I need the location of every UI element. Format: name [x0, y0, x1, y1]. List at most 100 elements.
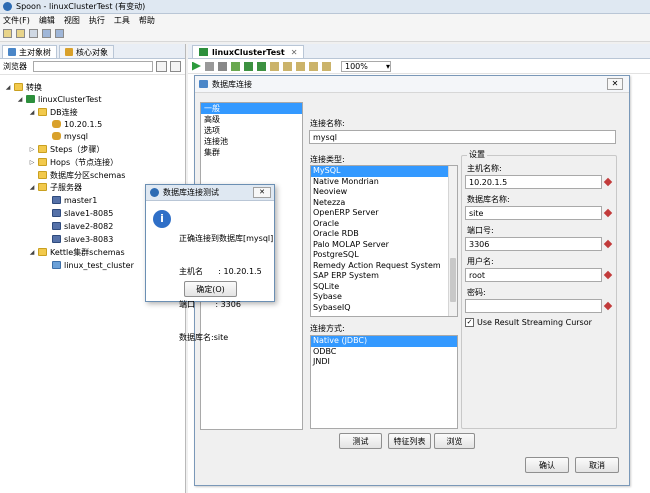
- tree-node-db-mysql[interactable]: mysql: [42, 130, 88, 142]
- conn-type-item[interactable]: SybaseIQ: [311, 303, 457, 314]
- conn-type-item[interactable]: Native Mondrian: [311, 177, 457, 188]
- conn-type-item[interactable]: OpenERP Server: [311, 208, 457, 219]
- tab-core-objects[interactable]: 核心对象: [59, 45, 114, 58]
- feature-list-button[interactable]: 特征列表: [388, 433, 431, 449]
- run-icon[interactable]: [192, 61, 201, 71]
- menu-file[interactable]: 文件(F): [3, 15, 30, 26]
- nav-pooling[interactable]: 连接池: [201, 136, 302, 147]
- checked-checkbox-icon[interactable]: ✓: [465, 318, 474, 327]
- open-folder-icon[interactable]: [16, 29, 25, 38]
- conn-type-item[interactable]: Sybase: [311, 292, 457, 303]
- folder-icon: [38, 171, 47, 179]
- expand-all-icon[interactable]: [156, 61, 167, 72]
- test-button[interactable]: 测试: [339, 433, 382, 449]
- collapse-all-icon[interactable]: [170, 61, 181, 72]
- nav-general[interactable]: 一般: [201, 103, 302, 114]
- tree-node-db-10-20-1-5[interactable]: 10.20.1.5: [42, 118, 102, 130]
- new-file-icon[interactable]: [3, 29, 12, 38]
- impact-icon[interactable]: [283, 61, 292, 71]
- tree-node-server-slave2[interactable]: slave2-8082: [42, 220, 113, 232]
- save-icon[interactable]: [42, 29, 51, 38]
- tab-linuxclustertest[interactable]: linuxClusterTest ✕: [192, 45, 305, 58]
- test-dialog-ok-button[interactable]: 确定(O): [184, 281, 237, 297]
- explore-db-icon[interactable]: [309, 61, 318, 71]
- access-list[interactable]: Native (JDBC) ODBC JNDI: [310, 335, 458, 429]
- tab-main-tree[interactable]: 主对象树: [2, 45, 57, 58]
- conn-type-item[interactable]: Remedy Action Request System: [311, 261, 457, 272]
- tree-node-transform[interactable]: ◢ linuxClusterTest: [16, 93, 102, 105]
- conn-type-item[interactable]: PostgreSQL: [311, 250, 457, 261]
- preview-icon[interactable]: [231, 61, 240, 71]
- database-connection-icon: [199, 80, 208, 88]
- conn-type-item[interactable]: SAP ERP System: [311, 271, 457, 282]
- tree-node-hops[interactable]: ▷ Hops（节点连接）: [28, 156, 118, 168]
- nav-cluster[interactable]: 集群: [201, 147, 302, 158]
- dialog-close-button[interactable]: ✕: [607, 78, 623, 90]
- access-item[interactable]: JNDI: [311, 357, 457, 368]
- conn-type-item[interactable]: Oracle: [311, 219, 457, 230]
- tree-node-server-master1[interactable]: master1: [42, 194, 97, 206]
- zoom-select[interactable]: 100% ▾: [341, 60, 391, 72]
- user-label: 用户名:: [467, 257, 494, 266]
- menu-help[interactable]: 帮助: [139, 15, 155, 26]
- ok-button[interactable]: 确认: [525, 457, 569, 473]
- menu-view[interactable]: 视图: [64, 15, 80, 26]
- sql-icon[interactable]: [296, 61, 305, 71]
- debug-icon[interactable]: [244, 61, 253, 71]
- folder-icon: [38, 248, 47, 256]
- conn-type-scrollbar[interactable]: [448, 166, 457, 316]
- collapsed-arrow-icon: ▷: [29, 158, 35, 166]
- access-item[interactable]: ODBC: [311, 347, 457, 358]
- browser-bar: 浏览器: [0, 59, 185, 75]
- tree-node-kettle-cluster-schemas[interactable]: ◢ Kettle集群schemas: [28, 246, 125, 258]
- replay-icon[interactable]: [257, 61, 266, 71]
- tree-label: slave2-8082: [64, 221, 114, 231]
- tree-node-cluster[interactable]: linux_test_cluster: [42, 259, 134, 271]
- close-tab-icon[interactable]: ✕: [291, 48, 298, 57]
- access-item[interactable]: Native (JDBC): [311, 336, 457, 347]
- conn-type-item[interactable]: Netezza: [311, 198, 457, 209]
- tree-node-slave-servers[interactable]: ◢ 子服务器: [28, 181, 82, 193]
- explore-repo-icon[interactable]: [29, 29, 38, 38]
- window-titlebar: Spoon - linuxClusterTest (有变动): [0, 0, 650, 14]
- host-input[interactable]: 10.20.1.5: [465, 175, 602, 189]
- cancel-button[interactable]: 取消: [575, 457, 619, 473]
- browser-search-input[interactable]: [33, 61, 153, 72]
- expanded-arrow-icon: ◢: [17, 95, 23, 103]
- conn-type-item[interactable]: Neoview: [311, 187, 457, 198]
- pause-icon[interactable]: [205, 61, 214, 71]
- conn-type-item[interactable]: MySQL: [311, 166, 457, 177]
- nav-advanced[interactable]: 高级: [201, 114, 302, 125]
- test-dialog-close-button[interactable]: ✕: [253, 187, 271, 198]
- conn-type-list[interactable]: MySQL Native Mondrian Neoview Netezza Op…: [310, 165, 458, 317]
- scroll-thumb[interactable]: [450, 258, 456, 302]
- conn-name-input[interactable]: mysql: [309, 130, 616, 144]
- menubar: 文件(F) 编辑 视图 执行 工具 帮助: [0, 14, 650, 26]
- menu-edit[interactable]: 编辑: [39, 15, 55, 26]
- tree-node-db-connections[interactable]: ◢ DB连接: [28, 106, 78, 118]
- nav-options[interactable]: 选项: [201, 125, 302, 136]
- tree-label: slave3-8083: [64, 234, 114, 244]
- tree-node-steps[interactable]: ▷ Steps（步骤）: [28, 143, 105, 155]
- password-input[interactable]: [465, 299, 602, 313]
- user-input[interactable]: root: [465, 268, 602, 282]
- explore-button[interactable]: 浏览: [434, 433, 475, 449]
- conn-type-item[interactable]: Oracle RDB: [311, 229, 457, 240]
- menu-tools[interactable]: 工具: [114, 15, 130, 26]
- dbname-input[interactable]: site: [465, 206, 602, 220]
- save-as-icon[interactable]: [55, 29, 64, 38]
- menu-run[interactable]: 执行: [89, 15, 105, 26]
- tree-node-partition-schemas[interactable]: 数据库分区schemas: [28, 169, 125, 181]
- port-input[interactable]: 3306: [465, 237, 602, 251]
- streaming-checkbox-row[interactable]: ✓ Use Result Streaming Cursor: [465, 318, 592, 327]
- verify-icon[interactable]: [270, 61, 279, 71]
- conn-type-item[interactable]: SQLite: [311, 282, 457, 293]
- tree-node-server-slave3[interactable]: slave3-8083: [42, 233, 113, 245]
- conn-type-item[interactable]: Palo MOLAP Server: [311, 240, 457, 251]
- tree-node-server-slave1[interactable]: slave1-8085: [42, 207, 113, 219]
- folder-icon: [38, 108, 47, 116]
- stop-icon[interactable]: [218, 61, 227, 71]
- tree-label: linux_test_cluster: [64, 260, 134, 270]
- show-results-icon[interactable]: [322, 61, 331, 71]
- tree-node-root[interactable]: ◢ 转换: [4, 81, 42, 93]
